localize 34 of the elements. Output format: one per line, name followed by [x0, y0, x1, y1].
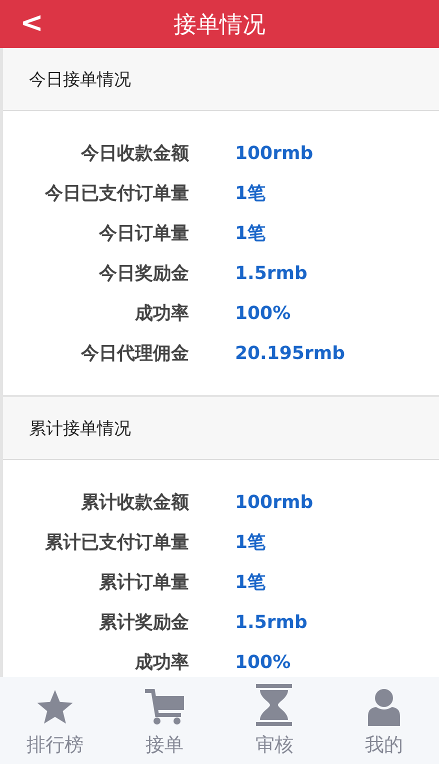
stat-label: 累计已支付订单量	[44, 531, 189, 554]
stat-value: 100rmb	[235, 492, 314, 512]
tab-item[interactable]: 我的	[329, 677, 439, 764]
stat-label: 累计订单量	[98, 571, 189, 594]
stat-value: 1笔	[235, 571, 266, 594]
cart-icon	[144, 688, 185, 726]
stat-label: 成功率	[134, 651, 189, 674]
stat-label: 成功率	[134, 302, 189, 325]
stat-label: 今日收款金额	[80, 142, 189, 165]
stat-value: 1笔	[235, 222, 266, 245]
stat-label: 今日代理佣金	[80, 342, 189, 365]
page-title: 接单情况	[174, 10, 266, 40]
stat-value: 20.195rmb	[235, 342, 345, 364]
stat-label: 今日奖励金	[98, 262, 189, 285]
section-title: 累计接单情况	[3, 397, 439, 460]
stat-label: 累计收款金额	[80, 491, 189, 514]
back-button[interactable]: <	[14, 6, 50, 39]
tab-item[interactable]: 审核	[220, 677, 330, 764]
stat-label: 累计奖励金	[98, 611, 189, 634]
tab-item[interactable]: 排行榜	[0, 677, 110, 764]
stat-value: 100%	[235, 302, 291, 324]
user-icon	[368, 688, 400, 726]
stat-label: 今日已支付订单量	[44, 182, 189, 205]
tab-item[interactable]: 接单	[110, 677, 220, 764]
stat-value: 1.5rmb	[235, 262, 308, 284]
stat-value: 1笔	[235, 531, 266, 554]
stat-label: 今日订单量	[98, 222, 189, 245]
stat-value: 1笔	[235, 182, 266, 205]
stat-value: 100rmb	[235, 142, 314, 164]
star-icon	[36, 690, 74, 726]
stat-value: 100%	[235, 652, 291, 672]
stat-value: 1.5rmb	[235, 612, 308, 632]
section-title: 今日接单情况	[3, 48, 439, 111]
hourglass-icon	[256, 684, 292, 726]
